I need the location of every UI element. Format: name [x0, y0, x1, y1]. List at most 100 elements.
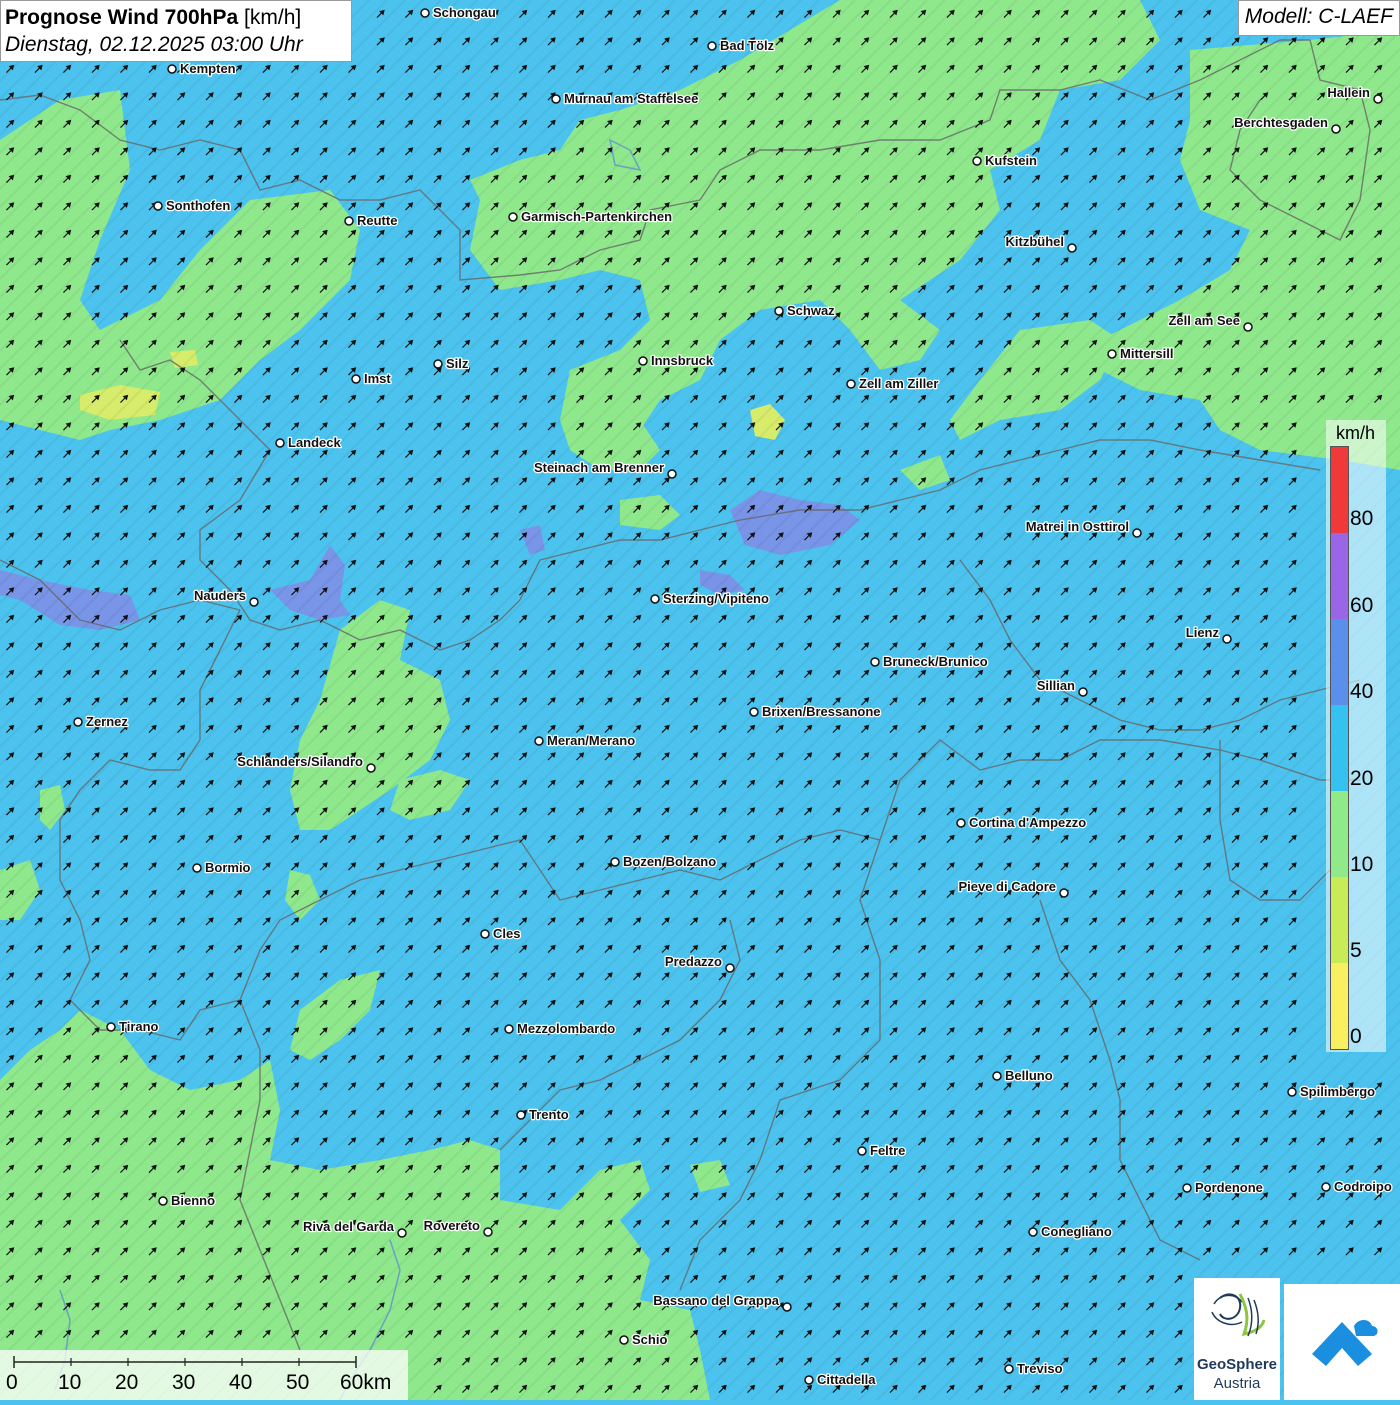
city-label: Mittersill [1120, 346, 1173, 361]
city-dot [774, 306, 784, 316]
legend-segment [1331, 533, 1348, 619]
legend-segment [1331, 877, 1348, 963]
scale-tick-label: 40 [229, 1371, 253, 1394]
city-dot [106, 1022, 116, 1032]
city-sonthofen: Sonthofen [153, 197, 232, 214]
city-cortina-d-ampezzo: Cortina d'Ampezzo [956, 814, 1088, 831]
legend-tick-label: 60 [1350, 594, 1374, 617]
city-dot [1107, 349, 1117, 359]
city-dot [610, 857, 620, 867]
city-label: Matrei in Osttirol [1026, 519, 1129, 534]
city-label: Reutte [357, 213, 397, 228]
scale-tick-label: 20 [115, 1371, 139, 1394]
city-dot [249, 597, 259, 607]
logo-subtitle: Austria [1213, 1375, 1261, 1392]
city-label: Imst [364, 371, 391, 386]
city-label: Meran/Merano [547, 733, 635, 748]
city-label: Bozen/Bolzano [623, 854, 716, 869]
city-label: Zell am See [1168, 313, 1240, 328]
scale-tick-label: 60km [340, 1371, 392, 1394]
city-label: Bormio [205, 860, 251, 875]
model-label: Modell: C-LAEF [1237, 0, 1400, 36]
city-dot [397, 1228, 407, 1238]
city-label: Innsbruck [651, 353, 714, 368]
city-dot [153, 201, 163, 211]
scale-tick-label: 0 [6, 1371, 18, 1394]
legend-tick-label: 80 [1350, 507, 1374, 530]
city-label: Nauders [194, 588, 246, 603]
city-dot [1182, 1183, 1192, 1193]
city-dot [782, 1302, 792, 1312]
logo-name: GeoSphere [1196, 1356, 1278, 1373]
geosphere-swirl-icon [1211, 1293, 1266, 1337]
city-label: Sillian [1037, 678, 1075, 693]
city-dot [1222, 634, 1232, 644]
city-label: Murnau am Staffelsee [564, 91, 698, 106]
city-dot [804, 1375, 814, 1385]
city-sterzing-vipiteno: Sterzing/Vipiteno [650, 590, 770, 607]
map-title-main: Prognose Wind 700hPa [5, 6, 239, 29]
title-box: Prognose Wind 700hPa [km/h] Dienstag, 02… [0, 0, 352, 62]
city-label: Brixen/Bressanone [762, 704, 881, 719]
city-mezzolombardo: Mezzolombardo [504, 1020, 617, 1037]
city-dot [1287, 1087, 1297, 1097]
city-dot [508, 212, 518, 222]
city-label: Schlanders/Silandro [237, 754, 363, 769]
forecast-datetime: Dienstag, 02.12.2025 03:00 Uhr [5, 33, 303, 56]
city-label: Schongau [433, 5, 496, 20]
city-dot [1373, 94, 1383, 104]
city-label: Sterzing/Vipiteno [663, 591, 769, 606]
city-label: Tirano [119, 1019, 159, 1034]
city-label: Pordenone [1195, 1180, 1263, 1195]
city-dot [275, 438, 285, 448]
city-dot [344, 216, 354, 226]
city-label: Bruneck/Brunico [883, 654, 988, 669]
city-dot [650, 594, 660, 604]
city-brixen-bressanone: Brixen/Bressanone [749, 703, 882, 720]
city-label: Cles [493, 926, 520, 941]
legend-segment [1331, 705, 1348, 791]
city-dot [420, 8, 430, 18]
city-dot [638, 356, 648, 366]
city-bozen-bolzano: Bozen/Bolzano [610, 853, 717, 870]
wind-map: Schongau Bad Tölz Kempten Murnau am Staffel… [0, 0, 1400, 1400]
city-dot [1078, 687, 1088, 697]
city-label: Cittadella [817, 1372, 876, 1387]
city-dot [366, 763, 376, 773]
city-label: Kempten [180, 61, 236, 76]
legend-color-bar [1330, 446, 1349, 1050]
city-dot [433, 359, 443, 369]
city-label: Spilimbergo [1300, 1084, 1375, 1099]
city-label: Cortina d'Ampezzo [969, 815, 1086, 830]
city-dot [167, 64, 177, 74]
city-dot [857, 1146, 867, 1156]
city-dot [1028, 1227, 1038, 1237]
legend-unit: km/h [1336, 423, 1376, 443]
weather-app-logo[interactable] [1284, 1284, 1400, 1400]
city-label: Hallein [1327, 85, 1370, 100]
city-dot [1132, 528, 1142, 538]
city-label: Bad Tölz [720, 38, 775, 53]
scale-tick-label: 50 [286, 1371, 310, 1394]
city-label: Belluno [1005, 1068, 1053, 1083]
city-dot [73, 717, 83, 727]
city-dot [483, 1227, 493, 1237]
city-label: Treviso [1017, 1361, 1063, 1376]
city-dot [1067, 243, 1077, 253]
city-dot [351, 374, 361, 384]
scale-tick-label: 30 [172, 1371, 196, 1394]
city-label: Lienz [1186, 625, 1220, 640]
city-label: Garmisch-Partenkirchen [521, 209, 672, 224]
city-dot [956, 818, 966, 828]
map-title-unit: [km/h] [244, 6, 302, 29]
city-label: Rovereto [424, 1218, 480, 1233]
city-dot [192, 863, 202, 873]
city-dot [846, 379, 856, 389]
city-murnau-am-staffelsee: Murnau am Staffelsee [551, 90, 700, 107]
city-label: Codroipo [1334, 1179, 1392, 1194]
city-dot [707, 41, 717, 51]
city-label: Kufstein [985, 153, 1037, 168]
city-dot [158, 1196, 168, 1206]
city-label: Zell am Ziller [859, 376, 938, 391]
city-schongau: Schongau [420, 4, 497, 21]
